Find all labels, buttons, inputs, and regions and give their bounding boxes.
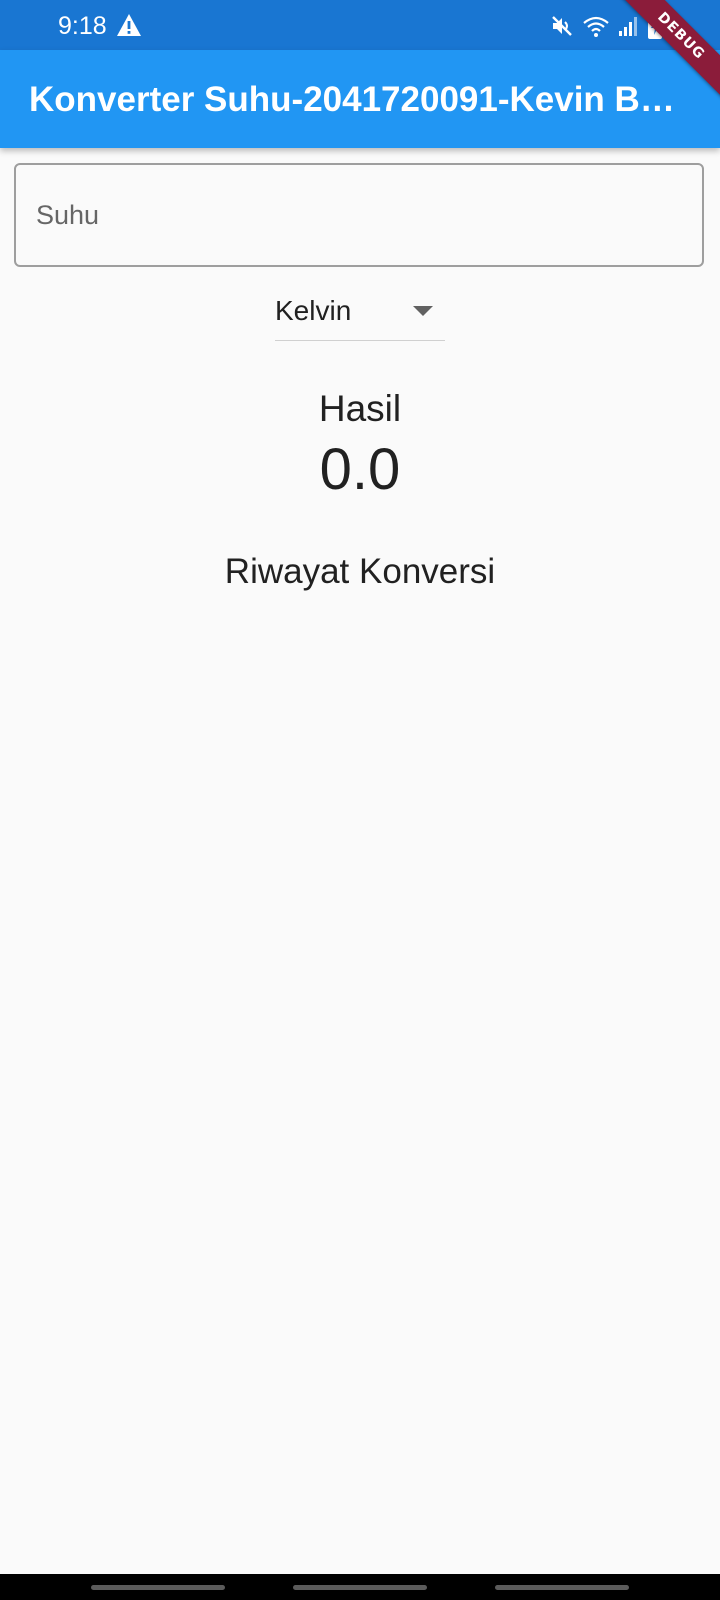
nav-back-handle[interactable] <box>495 1585 629 1590</box>
result-value: 0.0 <box>319 437 401 502</box>
mute-icon <box>552 16 572 36</box>
temperature-input[interactable] <box>14 163 704 267</box>
status-time: 9:18 <box>58 12 107 40</box>
signal-icon <box>619 17 637 36</box>
nav-home-handle[interactable] <box>293 1585 427 1590</box>
history-heading: Riwayat Konversi <box>224 552 496 591</box>
status-bar: 9:18 <box>0 0 720 50</box>
system-navigation-bar <box>0 1574 720 1600</box>
dropdown-arrow-icon <box>413 306 433 316</box>
app-bar: Konverter Suhu-2041720091-Kevin Bagus Ca… <box>0 50 720 148</box>
nav-recents-handle[interactable] <box>91 1585 225 1590</box>
unit-dropdown[interactable]: Kelvin <box>275 288 445 341</box>
result-label: Hasil <box>318 388 402 429</box>
app-title: Konverter Suhu-2041720091-Kevin Bagus Ca… <box>29 80 684 119</box>
warning-icon <box>117 14 141 36</box>
unit-dropdown-value: Kelvin <box>275 295 352 326</box>
wifi-icon <box>583 16 609 37</box>
